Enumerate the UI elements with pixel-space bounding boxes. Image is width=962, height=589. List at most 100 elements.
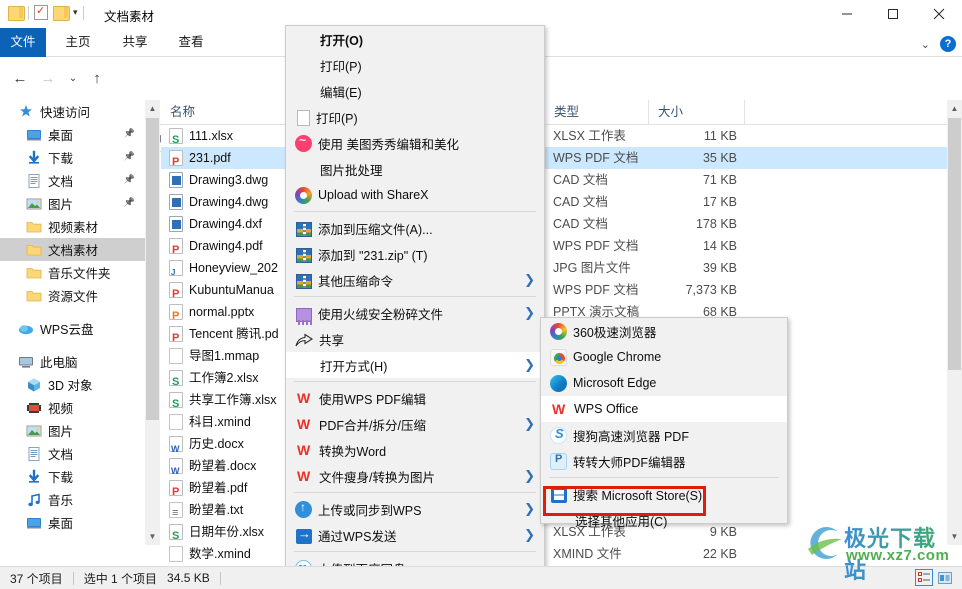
menu-item-2[interactable]: Microsoft Edge [541,370,787,396]
tab-file[interactable]: 文件 [0,28,46,57]
menu-item-5[interactable]: 图片批处理 [286,156,544,182]
sidebar-item-5[interactable]: 视频素材 [0,215,145,238]
menu-item-18[interactable]: 通过WPS发送 ❯ [286,522,544,548]
watermark: 极光下载站 www.xz7.com [802,521,954,583]
pin-icon[interactable]: 📌 [124,174,135,185]
sidebar-item-9[interactable]: WPS云盘 [0,317,145,340]
close-button[interactable] [916,0,962,28]
help-icon[interactable]: ? [940,36,956,52]
menu-item-label: 其他压缩命令 [318,274,394,289]
table-row[interactable]: Drawing4.dwg CAD 文档 17 KB [161,191,947,213]
sidebar-item-15[interactable]: 下载 [0,465,145,488]
menu-item-0[interactable]: 360极速浏览器 [541,318,787,344]
scroll-up-icon[interactable]: ▲ [947,100,962,117]
menu-item-13[interactable]: 使用WPS PDF编辑 [286,385,544,411]
sidebar-item-16[interactable]: 音乐 [0,488,145,511]
chevron-right-icon: ❯ [524,468,535,483]
properties-icon[interactable] [34,4,48,20]
list-scrollbar[interactable]: ▲ ▼ [947,100,962,545]
tab-home[interactable]: 主页 [55,28,101,57]
tab-share[interactable]: 共享 [112,28,158,57]
menu-item-7[interactable]: 选择其他应用(C) [541,507,787,533]
sidebar-item-0[interactable]: 快速访问 [0,100,145,123]
sidebar-item-8[interactable]: 资源文件 [0,284,145,307]
menu-item-9[interactable]: 其他压缩命令 ❯ [286,267,544,293]
menu-item-7[interactable]: 添加到压缩文件(A)... [286,215,544,241]
menu-item-5[interactable]: 转转大师PDF编辑器 [541,448,787,474]
file-name-label: 日期年份.xlsx [189,525,265,539]
sidebar-item-17[interactable]: 桌面 [0,511,145,534]
pin-icon[interactable]: 📌 [124,151,135,162]
table-row[interactable]: Drawing3.dwg CAD 文档 71 KB [161,169,947,191]
sidebar-item-13[interactable]: 图片 [0,419,145,442]
chevron-right-icon: ❯ [524,305,535,320]
chevron-down-icon[interactable]: ⌄ [921,38,930,51]
scroll-up-icon[interactable]: ▲ [145,100,160,117]
menu-item-12[interactable]: 打开方式(H) ❯ [286,352,544,378]
menu-item-15[interactable]: 转换为Word [286,437,544,463]
forward-button[interactable]: → [36,67,60,91]
menu-item-4[interactable]: 搜狗高速浏览器 PDF [541,422,787,448]
sidebar-item-label: 此电脑 [40,356,78,370]
scroll-down-icon[interactable]: ▼ [145,528,160,545]
file-size-cell: 14 KB [702,239,737,253]
sidebar-item-7[interactable]: 音乐文件夹 [0,261,145,284]
back-button[interactable]: ← [8,67,32,91]
tab-view[interactable]: 查看 [168,28,214,57]
menu-item-8[interactable]: 添加到 "231.zip" (T) [286,241,544,267]
sidebar-item-12[interactable]: 视频 [0,396,145,419]
pin-icon[interactable]: 📌 [124,128,135,139]
menu-item-17[interactable]: 上传或同步到WPS ❯ [286,496,544,522]
new-folder-icon[interactable] [53,6,70,21]
menu-item-no-icon [294,55,314,75]
menu-item-4[interactable]: 使用 美图秀秀编辑和美化 [286,130,544,156]
menu-item-6[interactable]: 搜索 Microsoft Store(S) [541,481,787,507]
table-row[interactable]: Drawing4.pdf WPS PDF 文档 14 KB [161,235,947,261]
sidebar-item-label: 桌面 [48,129,74,143]
table-row[interactable]: Drawing4.dxf CAD 文档 178 KB [161,213,947,235]
maximize-button[interactable] [870,0,916,28]
menu-item-14[interactable]: PDF合并/拆分/压缩 ❯ [286,411,544,437]
file-type-icon [169,326,183,349]
sidebar-item-11[interactable]: 3D 对象 [0,373,145,396]
recent-locations-button[interactable]: ⌄ [61,67,85,91]
column-header-size[interactable]: 大小 [649,100,745,124]
menu-item-10[interactable]: 使用火绒安全粉碎文件 ❯ [286,300,544,326]
pin-icon[interactable]: 📌 [124,197,135,208]
sharex-icon [295,186,312,204]
menu-item-0[interactable]: 打开(O) [286,26,544,52]
scroll-thumb[interactable] [948,118,961,370]
menu-item-1[interactable]: 打印(P) [286,52,544,78]
menu-item-3[interactable]: 打印(P) [286,104,544,130]
minimize-button[interactable] [824,0,870,28]
nav-scrollbar[interactable]: ▲ ▼ [145,100,160,545]
table-row[interactable]: 111.xlsx XLSX 工作表 11 KB [161,125,947,151]
menu-item-16[interactable]: 文件瘦身/转换为图片 ❯ [286,463,544,489]
column-header-type[interactable]: 类型 [545,100,649,124]
up-button[interactable]: ↑ [85,67,109,91]
menu-item-6[interactable]: Upload with ShareX [286,182,544,208]
sidebar-item-6[interactable]: 文档素材 [0,238,145,261]
file-size-cell: 7,373 KB [685,283,737,297]
item-count: 37 个项目 [10,571,63,586]
sidebar-item-2[interactable]: 下载 📌 [0,146,145,169]
menu-item-11[interactable]: 共享 [286,326,544,352]
chevron-down-icon[interactable]: ▾ [73,7,78,18]
sidebar-item-10[interactable]: 此电脑 [0,350,145,373]
menu-item-2[interactable]: 编辑(E) [286,78,544,104]
menu-item-3[interactable]: WPS Office [541,396,787,422]
table-row[interactable]: Honeyview_202 JPG 图片文件 39 KB [161,257,947,284]
sidebar-item-14[interactable]: 文档 [0,442,145,465]
column-header-blank[interactable] [745,100,946,124]
table-row[interactable]: 231.pdf WPS PDF 文档 35 KB [161,147,947,173]
menu-item-label: 转转大师PDF编辑器 [573,455,686,470]
divider [82,5,84,20]
scroll-thumb[interactable] [146,118,159,420]
sidebar-item-4[interactable]: 图片 📌 [0,192,145,215]
sidebar-item-3[interactable]: 文档 📌 [0,169,145,192]
sidebar-item-1[interactable]: 桌面 📌 [0,123,145,146]
table-row[interactable]: KubuntuManua WPS PDF 文档 7,373 KB [161,279,947,305]
sidebar-item-label: 文档素材 [48,244,99,258]
menu-item-1[interactable]: Google Chrome [541,344,787,370]
folder-icon[interactable] [8,6,25,21]
